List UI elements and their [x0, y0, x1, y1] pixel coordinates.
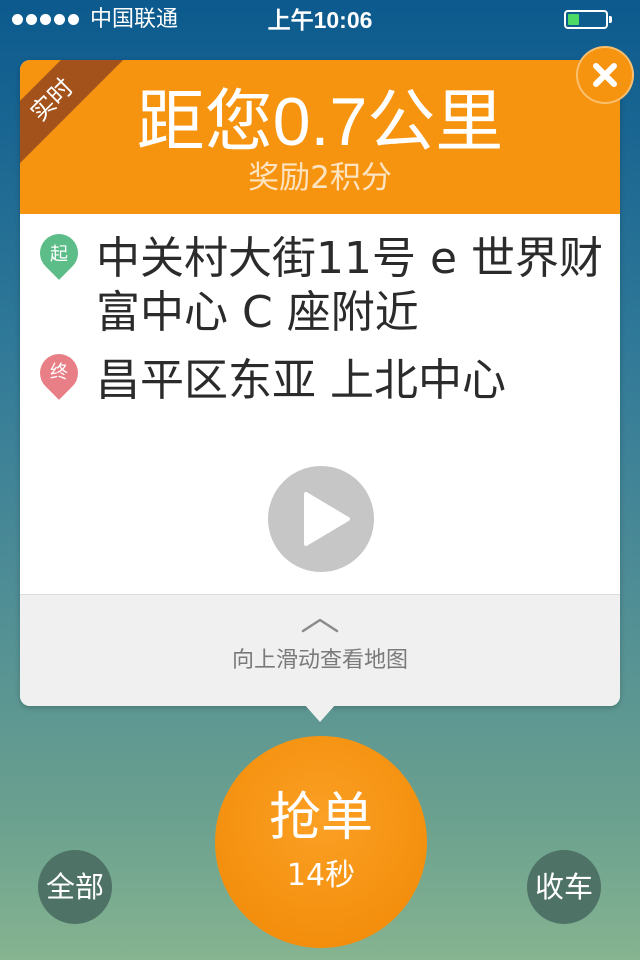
swipe-up-area[interactable]: 向上滑动查看地图 — [20, 594, 620, 706]
battery-icon — [564, 10, 612, 29]
stop-service-button[interactable]: 收车 — [527, 850, 601, 924]
start-address: 中关村大街11号 e 世界财富中心 C 座附近 — [96, 233, 604, 338]
play-voice-button[interactable] — [268, 466, 374, 572]
all-orders-button[interactable]: 全部 — [38, 850, 112, 924]
order-card-header: 实时 距您0.7公里 奖励2积分 — [20, 60, 620, 214]
status-time: 上午10:06 — [267, 7, 373, 33]
chevron-up-icon — [301, 618, 339, 633]
order-card: 实时 距您0.7公里 奖励2积分 起 中关村大街11号 e 世界财富中心 C 座… — [20, 60, 620, 706]
card-pointer — [304, 704, 336, 722]
grab-order-button[interactable]: 抢单 14秒 — [215, 736, 427, 948]
close-icon — [593, 63, 617, 87]
start-pin-label: 起 — [50, 244, 68, 265]
grab-order-label: 抢单 — [268, 788, 373, 848]
close-button[interactable] — [576, 46, 634, 104]
swipe-hint-text: 向上滑动查看地图 — [231, 648, 408, 673]
end-address: 昌平区东亚 上北中心 — [96, 355, 506, 406]
distance-title: 距您0.7公里 — [136, 84, 504, 160]
grab-countdown: 14秒 — [286, 858, 356, 893]
status-bar: 中国联通 上午10:06 — [0, 0, 640, 40]
app-screen: 中国联通 上午10:06 实时 距您0.7公里 奖励2积分 起 中关村大街11号… — [0, 0, 640, 960]
play-icon — [304, 492, 350, 546]
reward-points: 奖励2积分 — [248, 160, 392, 196]
end-pin-label: 终 — [50, 362, 68, 383]
